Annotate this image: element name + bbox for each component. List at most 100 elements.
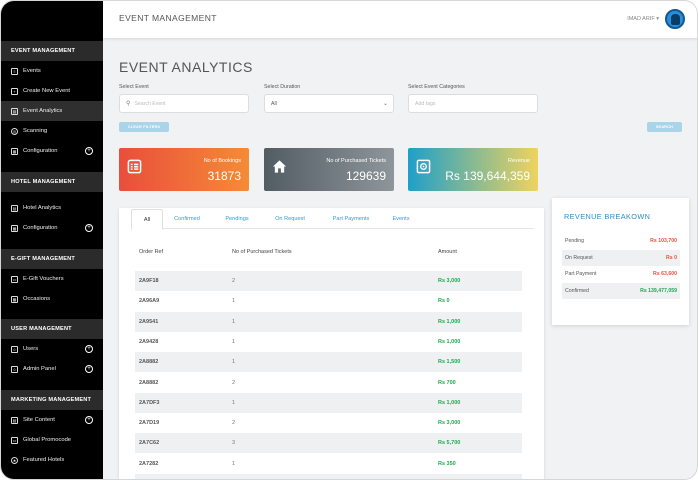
stat-value: Rs 139,644,359 (445, 169, 530, 183)
table-row[interactable]: 2A9F18 2 Rs 3,000 (135, 271, 522, 291)
tab-all[interactable]: All (131, 209, 163, 230)
table-row[interactable]: 2A7282 1 Rs 350 (135, 454, 522, 474)
expand-icon[interactable]: + (85, 147, 93, 155)
revenue-value: Rs 139,477,059 (640, 287, 677, 294)
table-row[interactable]: 2A9541 1 Rs 1,000 (135, 311, 522, 332)
table-row[interactable]: 2A9428 1 Rs 1,000 (135, 332, 522, 352)
revenue-row: Confirmed Rs 139,477,059 (562, 282, 680, 299)
tickets-cell: 1 (232, 338, 236, 345)
sidebar-item-occasions[interactable]: ▦ Occasions (1, 289, 103, 309)
categories-placeholder: Add tags (415, 100, 436, 107)
sidebar-item-label: Site Content (23, 417, 55, 423)
sidebar-item-label: Occasions (23, 296, 51, 302)
search-button[interactable]: SEARCH (647, 122, 682, 132)
sidebar-item-create-new-event[interactable]: + Create New Event (1, 81, 103, 101)
calendar-icon: ▦ (11, 295, 18, 303)
expand-icon[interactable]: + (85, 224, 93, 232)
voucher-icon: ▭ (11, 275, 18, 283)
order-ref-cell: 2A7282 (139, 460, 159, 467)
sidebar-item-featured-hotels[interactable]: ★ Featured Hotels (1, 450, 103, 470)
tab-pendings[interactable]: Pendings (217, 209, 257, 230)
stat-value: 129639 (345, 169, 386, 183)
expand-icon[interactable]: + (85, 416, 93, 424)
tab-on-request[interactable]: On Request (265, 209, 315, 230)
event-search-input[interactable]: ⚲ Search Event (119, 94, 249, 113)
revenue-label: Confirmed (565, 287, 589, 294)
amount-cell: Rs 1,500 (438, 359, 461, 366)
clear-filters-button[interactable]: CLEAR FILTERS (119, 122, 169, 132)
sidebar-item-egift-vouchers[interactable]: ▭ E-Gift Vouchers (1, 269, 103, 289)
sidebar-item-configuration[interactable]: ▦ Configuration + (1, 141, 103, 161)
categories-filter-label: Select Event Categories (408, 84, 465, 90)
sidebar-item-scanning[interactable]: ◎ Scanning (1, 121, 103, 141)
sidebar-item-label: Admin Panel (23, 366, 56, 372)
order-tabs: All Confirmed Pendings On Request Part P… (131, 208, 534, 230)
order-ref-cell: 2A7D19 (139, 420, 160, 427)
avatar[interactable] (665, 9, 685, 29)
revenue-value: Rs 63,600 (653, 271, 677, 277)
sidebar-item-hotel-analytics[interactable]: ▤ Hotel Analytics (1, 198, 103, 218)
order-ref-cell: 2A9F18 (139, 278, 159, 284)
table-row[interactable]: 2A8882 2 Rs 700 (135, 373, 522, 393)
expand-icon[interactable]: + (85, 345, 93, 353)
order-ref-cell: 2A96A9 (139, 298, 160, 305)
order-ref-cell: 2A9428 (139, 338, 159, 345)
stat-label: Revenue (507, 158, 530, 164)
table-row[interactable]: 2A7C62 3 Rs 5,700 (135, 433, 522, 454)
sidebar-section-user-management: USER MANAGEMENT (1, 319, 103, 339)
tab-confirmed[interactable]: Confirmed (167, 209, 207, 230)
sidebar-item-event-analytics[interactable]: ▤ Event Analytics (1, 101, 103, 121)
amount-cell: Rs 3,000 (438, 278, 461, 284)
sidebar-item-label: Configuration (23, 225, 58, 231)
tab-part-payments[interactable]: Part Payments (323, 209, 379, 230)
top-bar: EVENT MANAGEMENT IMAD ARIF ▾ (103, 1, 697, 38)
table-row[interactable]: 2A7DF3 1 Rs 1,000 (135, 392, 522, 413)
sidebar-item-site-content[interactable]: ▤ Site Content + (1, 410, 103, 430)
sidebar-item-admin-panel[interactable]: ☺ Admin Panel + (1, 359, 103, 379)
table-row[interactable]: 2A70182Rs 4,000 (135, 474, 522, 479)
table-row[interactable]: 2A96A9 1 Rs 0 (135, 291, 522, 311)
page-title: EVENT ANALYTICS (119, 59, 253, 75)
sidebar-item-global-promocode[interactable]: ▭ Global Promocode (1, 430, 103, 450)
categories-tag-input[interactable]: Add tags (408, 94, 538, 113)
table-row[interactable]: 2A8882 1 Rs 1,500 (135, 352, 522, 373)
home-icon (272, 160, 287, 173)
amount-cell: Rs 1,000 (438, 318, 461, 325)
revenue-row: On Request Rs 0 (562, 249, 680, 266)
amount-cell: Rs 1,000 (438, 399, 461, 406)
sidebar-item-users[interactable]: ☺ Users + (1, 339, 103, 359)
fingerprint-icon: ◎ (11, 127, 18, 135)
star-icon: ★ (11, 456, 18, 464)
app-window: EVENT MANAGEMENT ≡ Events + Create New E… (0, 0, 698, 480)
tickets-cell: 1 (232, 460, 236, 467)
sidebar-item-label: Events (23, 68, 41, 74)
sidebar-item-label: Users (23, 346, 39, 352)
revenue-row: Part Payment Rs 63,600 (562, 266, 680, 282)
tickets-cell: 1 (232, 318, 236, 325)
amount-cell: Rs 350 (438, 460, 456, 467)
table-row[interactable]: 2A7D19 2 Rs 3,000 (135, 413, 522, 433)
duration-selected-value: All (271, 100, 277, 107)
event-search-placeholder: Search Event (134, 100, 166, 107)
promo-icon: ▭ (11, 436, 18, 444)
expand-icon[interactable]: + (85, 365, 93, 373)
analytics-icon: ▤ (11, 107, 18, 115)
sidebar-item-label: Scanning (23, 128, 48, 134)
tickets-cell: 1 (232, 298, 236, 305)
admin-icon: ☺ (11, 365, 18, 373)
chevron-down-icon: ⌄ (382, 101, 388, 107)
document-icon: ▤ (11, 416, 18, 424)
user-name: IMAD ARIF (627, 16, 655, 22)
duration-select[interactable]: All ⌄ (264, 94, 394, 113)
stat-value: 31873 (207, 169, 241, 183)
sidebar-item-label: Featured Hotels (23, 457, 65, 463)
tab-events[interactable]: Events (385, 209, 417, 230)
sidebar: EVENT MANAGEMENT ≡ Events + Create New E… (1, 1, 103, 479)
sidebar-item-events[interactable]: ≡ Events (1, 61, 103, 81)
revenue-breakdown-card: REVENUE BREAKOWN Pending Rs 103,700 On Req… (552, 198, 689, 325)
user-menu-toggle[interactable]: IMAD ARIF ▾ (627, 16, 659, 22)
safe-icon (416, 159, 431, 174)
duration-filter-label: Select Duration (264, 84, 301, 90)
main-content: EVENT ANALYTICS Select Event ⚲ Search Ev… (103, 38, 697, 479)
sidebar-item-hotel-configuration[interactable]: ▦ Configuration + (1, 218, 103, 238)
